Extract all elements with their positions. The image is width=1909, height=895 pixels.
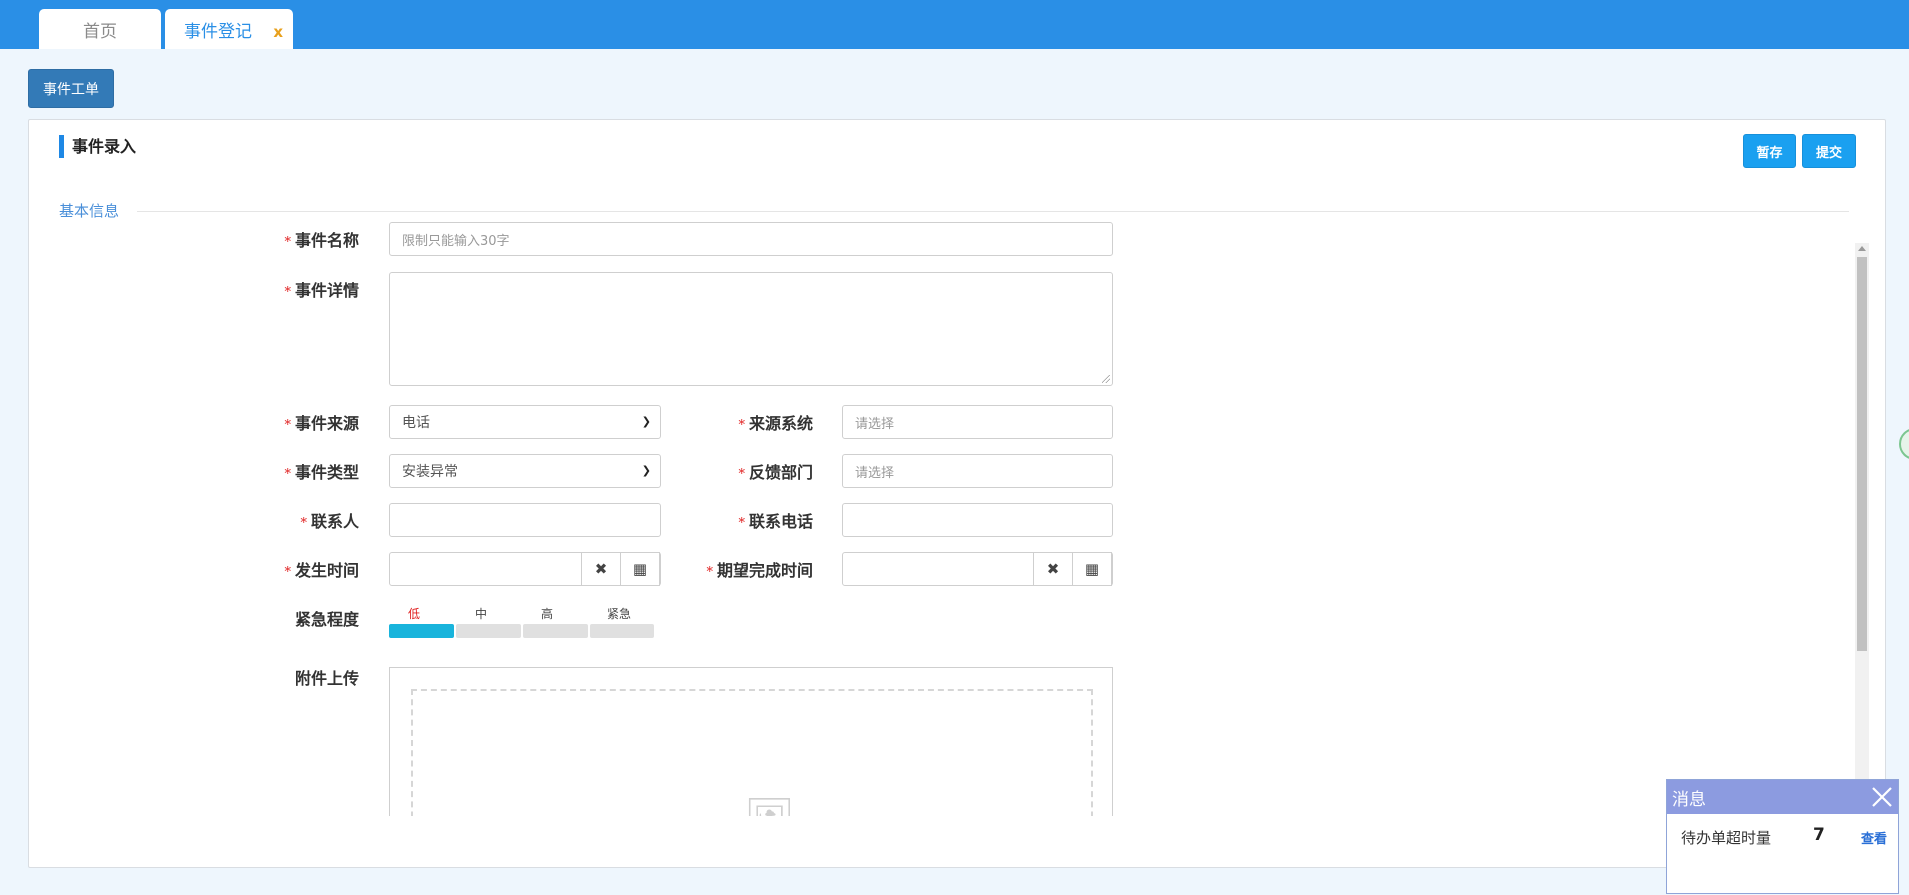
event-name-input[interactable]: 限制只能输入30字 — [389, 222, 1113, 256]
tab-home[interactable]: 首页 — [39, 9, 161, 49]
phone-label: * 联系电话 — [738, 512, 813, 531]
clear-icon[interactable]: ✖ — [1033, 552, 1073, 586]
event-detail-textarea[interactable] — [389, 272, 1113, 386]
event-detail-label: * 事件详情 — [284, 281, 359, 300]
section-divider — [137, 211, 1849, 212]
urgency-level-urgent[interactable]: 紧急 — [607, 605, 631, 622]
required-mark: * — [738, 516, 745, 531]
urgency-bar-urgent[interactable] — [590, 624, 654, 638]
calendar-icon[interactable]: ▦ — [620, 552, 660, 586]
event-source-value: 电话 — [402, 415, 430, 431]
event-name-label: * 事件名称 — [284, 231, 359, 250]
scroll-up-arrow-icon[interactable] — [1858, 246, 1866, 251]
feedback-dept-picker[interactable]: 请选择 — [842, 454, 1113, 488]
urgency-label: 紧急程度 — [294, 610, 359, 629]
event-type-value: 安装异常 — [402, 464, 458, 480]
tab-event-label: 事件登记 — [184, 21, 252, 42]
message-popup: 消息 待办单超时量 7 查看 — [1666, 779, 1899, 894]
overdue-pending-count: 7 — [1813, 825, 1825, 845]
source-system-label: * 来源系统 — [738, 414, 813, 433]
page-content: 事件工单 事件录入 暂存 提交 基本信息 * 事件名称 限制只能输入30字 * 事件… — [0, 49, 1909, 895]
view-link[interactable]: 查看 — [1861, 828, 1887, 847]
required-mark: * — [284, 235, 291, 250]
vertical-scrollbar[interactable] — [1855, 243, 1869, 867]
source-system-picker[interactable]: 请选择 — [842, 405, 1113, 439]
feedback-dept-label: * 反馈部门 — [738, 463, 813, 482]
section-basic-info: 基本信息 — [59, 202, 120, 220]
message-title: 消息 — [1672, 789, 1706, 810]
event-type-label: * 事件类型 — [284, 463, 359, 482]
attachment-label: 附件上传 — [294, 669, 359, 688]
required-mark: * — [284, 418, 291, 433]
attachment-upload-area[interactable]: 🖼 — [389, 667, 1113, 816]
urgency-level-low[interactable]: 低 — [408, 605, 420, 622]
urgency-bar-high[interactable] — [523, 624, 588, 638]
close-icon[interactable] — [1870, 785, 1894, 809]
expect-time-input[interactable]: ✖ ▦ — [842, 552, 1113, 586]
expect-time-label: * 期望完成时间 — [706, 561, 813, 580]
image-add-icon: 🖼 — [744, 799, 795, 816]
urgency-bar-medium[interactable] — [456, 624, 521, 638]
required-mark: * — [284, 467, 291, 482]
calendar-icon[interactable]: ▦ — [1072, 552, 1112, 586]
required-mark: * — [284, 285, 291, 300]
contact-label: * 联系人 — [300, 512, 359, 531]
phone-input[interactable] — [842, 503, 1113, 537]
event-type-select[interactable]: 安装异常 ❯ — [389, 454, 661, 488]
required-mark: * — [706, 565, 713, 580]
tab-home-label: 首页 — [83, 21, 117, 42]
tab-event-register[interactable]: 事件登记 x — [165, 9, 293, 49]
required-mark: * — [300, 516, 307, 531]
required-mark: * — [284, 565, 291, 580]
event-name-placeholder: 限制只能输入30字 — [402, 233, 510, 249]
feedback-dept-placeholder: 请选择 — [855, 465, 895, 481]
urgency-bar-low[interactable] — [389, 624, 454, 638]
upload-dropzone[interactable]: 🖼 — [411, 689, 1093, 816]
resize-grip-icon[interactable] — [1102, 375, 1110, 383]
contact-input[interactable] — [389, 503, 661, 537]
tab-close-icon[interactable]: x — [273, 23, 283, 41]
chevron-down-icon: ❯ — [641, 464, 651, 477]
top-bar: 首页 事件登记 x — [0, 0, 1909, 49]
event-entry-panel: 事件录入 暂存 提交 基本信息 * 事件名称 限制只能输入30字 * 事件详情 * 事… — [28, 119, 1886, 868]
clear-icon[interactable]: ✖ — [581, 552, 621, 586]
message-header: 消息 — [1667, 780, 1898, 814]
overdue-pending-text: 待办单超时量 — [1681, 829, 1772, 847]
urgency-level-medium[interactable]: 中 — [475, 605, 487, 622]
event-source-select[interactable]: 电话 ❯ — [389, 405, 661, 439]
occur-time-input[interactable]: ✖ ▦ — [389, 552, 661, 586]
required-mark: * — [738, 418, 745, 433]
chevron-down-icon: ❯ — [641, 415, 651, 428]
event-source-label: * 事件来源 — [284, 414, 359, 433]
scrollbar-thumb[interactable] — [1857, 257, 1867, 651]
form-scroll-area: 基本信息 * 事件名称 限制只能输入30字 * 事件详情 * 事件来源 电话 ❯… — [29, 120, 1849, 816]
urgency-level-high[interactable]: 高 — [541, 605, 553, 622]
source-system-placeholder: 请选择 — [855, 416, 895, 432]
required-mark: * — [738, 467, 745, 482]
occur-time-label: * 发生时间 — [284, 561, 359, 580]
event-ticket-button[interactable]: 事件工单 — [28, 69, 114, 108]
